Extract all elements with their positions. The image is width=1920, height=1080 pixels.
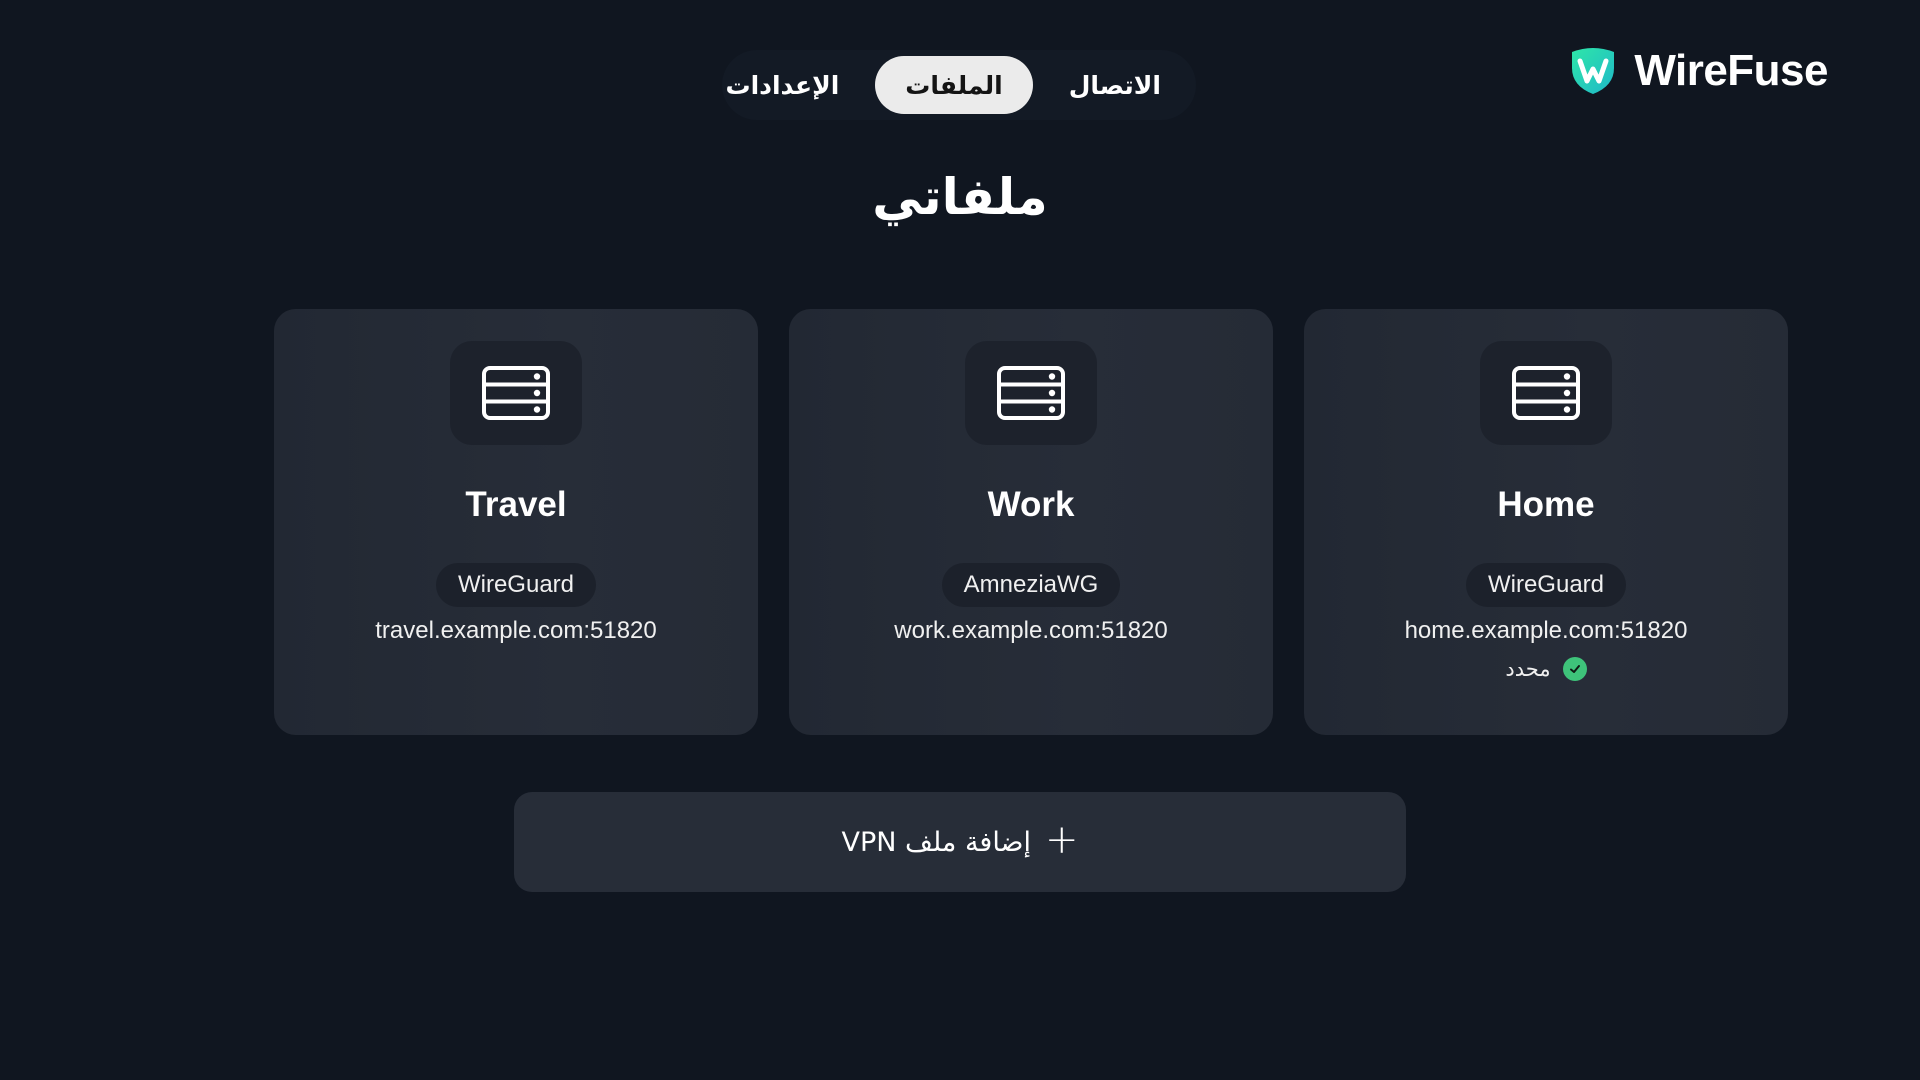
profile-name: Travel: [465, 485, 567, 524]
profile-list: Home WireGuard home.example.com:51820 مح…: [274, 309, 1788, 735]
endpoint-address: home.example.com:51820: [1404, 617, 1688, 644]
profile-name: Work: [987, 485, 1075, 524]
server-icon-tile: [965, 341, 1097, 445]
wirefuse-logo-icon: [1572, 48, 1615, 94]
tab-settings[interactable]: الإعدادات: [695, 56, 869, 114]
protocol-badge: WireGuard: [1465, 563, 1627, 607]
tab-profiles[interactable]: الملفات: [875, 56, 1033, 114]
profile-name: Home: [1497, 485, 1595, 524]
profile-card-work[interactable]: Work AmneziaWG work.example.com:51820: [789, 309, 1273, 735]
selected-label: محدد: [1505, 657, 1551, 681]
add-vpn-profile-button[interactable]: + إضافة ملف VPN: [514, 792, 1406, 892]
profile-card-home[interactable]: Home WireGuard home.example.com:51820 مح…: [1304, 309, 1788, 735]
page-title: ملفاتي: [872, 168, 1048, 226]
protocol-badge: AmneziaWG: [941, 563, 1121, 607]
server-icon-tile: [1480, 341, 1612, 445]
profile-card-travel[interactable]: Travel WireGuard travel.example.com:5182…: [274, 309, 758, 735]
profiles-screen: WireFuse الاتصال الملفات الإعدادات ملفات…: [0, 0, 1920, 1080]
protocol-badge: WireGuard: [435, 563, 597, 607]
selected-indicator: محدد: [1505, 657, 1587, 681]
server-icon: [997, 366, 1065, 420]
server-icon: [1512, 366, 1580, 420]
add-vpn-profile-label: إضافة ملف VPN: [841, 826, 1031, 858]
check-circle-icon: [1562, 657, 1587, 681]
tab-connection[interactable]: الاتصال: [1039, 56, 1191, 114]
server-icon-tile: [450, 341, 582, 445]
app-logo: WireFuse: [1568, 46, 1828, 96]
main-tabs: الاتصال الملفات الإعدادات: [722, 50, 1196, 120]
server-icon: [482, 366, 550, 420]
endpoint-address: travel.example.com:51820: [375, 617, 657, 644]
plus-icon: +: [1045, 817, 1079, 863]
app-name: WireFuse: [1634, 46, 1828, 95]
endpoint-address: work.example.com:51820: [894, 617, 1168, 644]
